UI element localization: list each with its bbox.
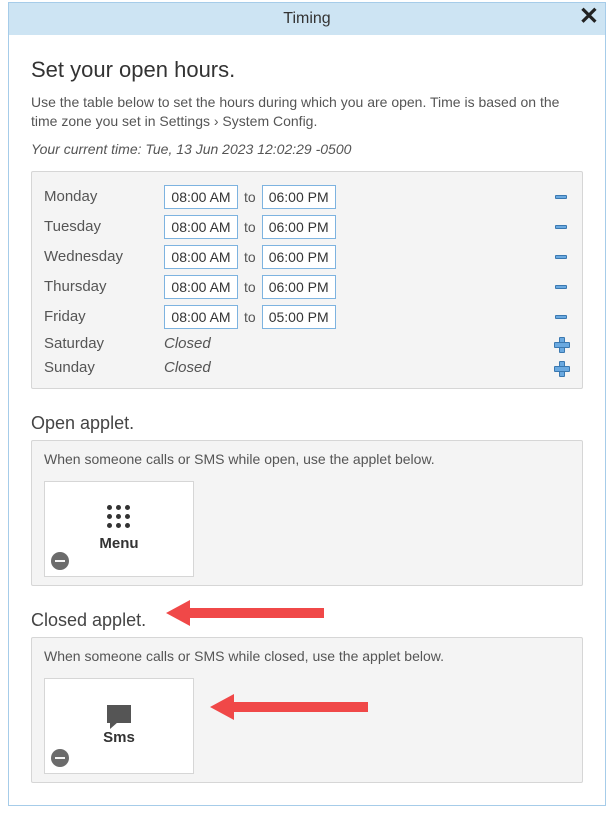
open-time-input[interactable] xyxy=(164,215,238,239)
open-applet-heading: Open applet. xyxy=(31,413,583,434)
sms-icon xyxy=(107,705,131,723)
open-time-input[interactable] xyxy=(164,245,238,269)
day-label: Sunday xyxy=(44,359,164,376)
close-time-input[interactable] xyxy=(262,305,336,329)
add-hours-button[interactable] xyxy=(552,335,570,353)
open-applet-card[interactable]: Menu xyxy=(44,481,194,577)
open-applet-panel: When someone calls or SMS while open, us… xyxy=(31,440,583,586)
to-label: to xyxy=(238,219,262,235)
to-label: to xyxy=(238,309,262,325)
closed-label: Closed xyxy=(164,359,211,376)
hours-row: Thursday to xyxy=(44,272,570,302)
closed-applet-description: When someone calls or SMS while closed, … xyxy=(44,648,570,664)
close-time-input[interactable] xyxy=(262,215,336,239)
add-hours-button[interactable] xyxy=(552,359,570,377)
minus-icon xyxy=(555,255,567,259)
closed-applet-panel: When someone calls or SMS while closed, … xyxy=(31,637,583,783)
plus-icon xyxy=(554,337,568,351)
remove-hours-button[interactable] xyxy=(552,308,570,326)
hours-row: Monday to xyxy=(44,182,570,212)
hours-row: Wednesday to xyxy=(44,242,570,272)
open-applet-description: When someone calls or SMS while open, us… xyxy=(44,451,570,467)
to-label: to xyxy=(238,249,262,265)
open-time-input[interactable] xyxy=(164,185,238,209)
titlebar: Timing ✕ xyxy=(9,3,605,35)
closed-label: Closed xyxy=(164,335,211,352)
remove-applet-button[interactable] xyxy=(51,749,69,767)
minus-icon xyxy=(555,225,567,229)
hours-row: Tuesday to xyxy=(44,212,570,242)
day-label: Tuesday xyxy=(44,218,164,235)
day-label: Saturday xyxy=(44,335,164,352)
minus-icon xyxy=(555,195,567,199)
remove-hours-button[interactable] xyxy=(552,248,570,266)
closed-applet-card[interactable]: Sms xyxy=(44,678,194,774)
current-time-label: Your current time: Tue, 13 Jun 2023 12:0… xyxy=(31,141,583,157)
applet-card-label: Menu xyxy=(99,535,138,552)
hours-row: Saturday Closed xyxy=(44,332,570,356)
close-time-input[interactable] xyxy=(262,275,336,299)
hours-row: Friday to xyxy=(44,302,570,332)
remove-applet-button[interactable] xyxy=(51,552,69,570)
to-label: to xyxy=(238,189,262,205)
minus-icon xyxy=(555,315,567,319)
close-icon[interactable]: ✕ xyxy=(579,5,599,29)
open-time-input[interactable] xyxy=(164,305,238,329)
menu-icon xyxy=(107,505,131,529)
remove-hours-button[interactable] xyxy=(552,188,570,206)
close-time-input[interactable] xyxy=(262,185,336,209)
page-description: Use the table below to set the hours dur… xyxy=(31,93,583,131)
content-area: Set your open hours. Use the table below… xyxy=(9,35,605,805)
hours-row: Sunday Closed xyxy=(44,356,570,380)
day-label: Wednesday xyxy=(44,248,164,265)
open-time-input[interactable] xyxy=(164,275,238,299)
hours-panel: Monday to Tuesday to Wednesday to xyxy=(31,171,583,389)
timing-window: Timing ✕ Set your open hours. Use the ta… xyxy=(8,2,606,806)
day-label: Thursday xyxy=(44,278,164,295)
day-label: Friday xyxy=(44,308,164,325)
minus-icon xyxy=(555,285,567,289)
close-time-input[interactable] xyxy=(262,245,336,269)
day-label: Monday xyxy=(44,188,164,205)
remove-hours-button[interactable] xyxy=(552,278,570,296)
window-title: Timing xyxy=(283,10,330,28)
plus-icon xyxy=(554,361,568,375)
closed-applet-heading: Closed applet. xyxy=(31,610,583,631)
remove-hours-button[interactable] xyxy=(552,218,570,236)
to-label: to xyxy=(238,279,262,295)
applet-card-label: Sms xyxy=(103,729,135,746)
page-heading: Set your open hours. xyxy=(31,57,583,83)
